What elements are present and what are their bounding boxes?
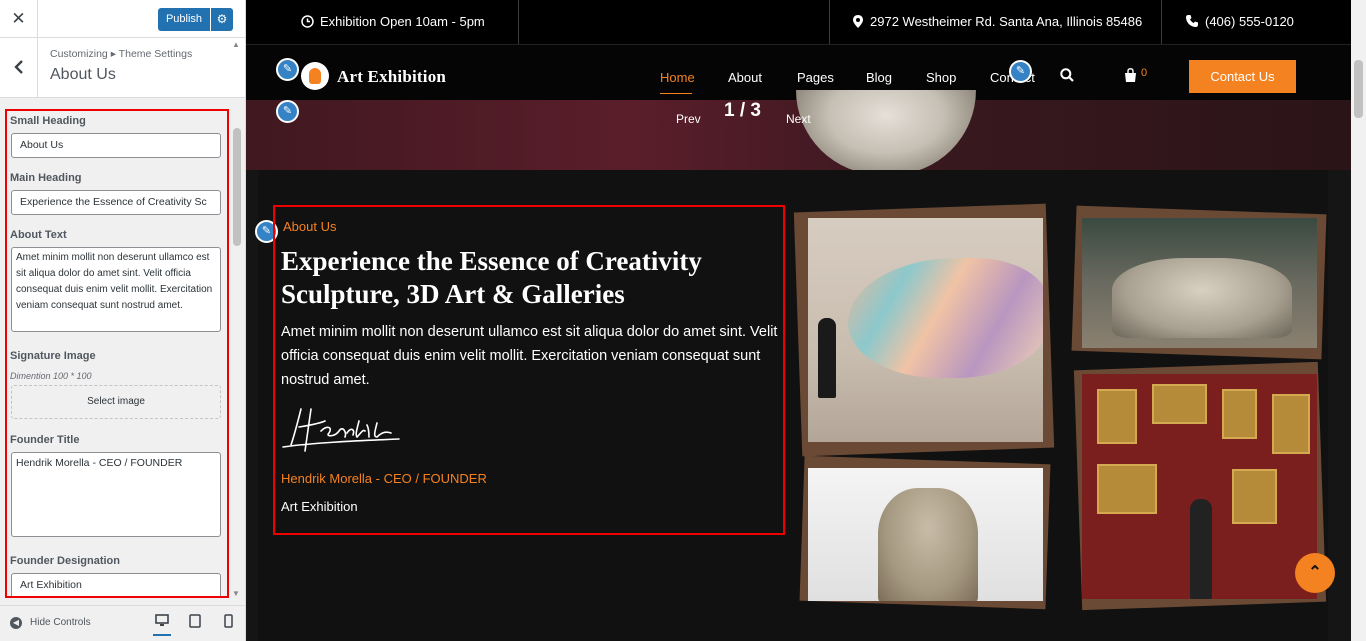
back-arrow-icon[interactable]: [0, 38, 38, 97]
cart-icon[interactable]: [1124, 68, 1137, 85]
founder-title-textarea[interactable]: Hendrik Morella - CEO / FOUNDER: [11, 452, 221, 537]
edit-shortcut-pencil-icon[interactable]: ✎: [276, 100, 299, 123]
top-info-bar: Exhibition Open 10am - 5pm 2972 Westheim…: [246, 0, 1351, 44]
phone-info: (406) 555-0120: [1186, 14, 1294, 29]
scroll-to-top-icon[interactable]: ⌃: [1295, 553, 1335, 593]
divider: [1161, 0, 1162, 44]
contact-us-button[interactable]: Contact Us: [1189, 60, 1296, 93]
founder-designation-label: Founder Designation: [10, 555, 120, 567]
main-heading-input[interactable]: Experience the Essence of Creativity Sc: [11, 190, 221, 215]
about-small-heading: About Us: [283, 219, 337, 234]
app-window: ✕ Publish ⚙ Customizing ▸ Theme Settings…: [0, 0, 1366, 641]
section-header: Customizing ▸ Theme Settings About Us: [0, 38, 245, 98]
desktop-preview-icon[interactable]: [153, 614, 171, 636]
slider-page-indicator: 1 / 3: [724, 100, 761, 121]
brand-logo[interactable]: [301, 62, 329, 90]
angel-statue-image: [808, 468, 1043, 601]
publish-button[interactable]: Publish: [158, 8, 210, 31]
hide-controls-button[interactable]: ◀ Hide Controls: [10, 617, 91, 629]
customizer-panel: ✕ Publish ⚙ Customizing ▸ Theme Settings…: [0, 0, 246, 641]
sculpture-fountain-image: [1082, 218, 1317, 348]
mobile-preview-icon[interactable]: [219, 614, 237, 632]
scrollbar-thumb[interactable]: [233, 128, 241, 246]
select-image-button[interactable]: Select image: [11, 385, 221, 419]
edit-shortcut-pencil-icon[interactable]: ✎: [276, 58, 299, 81]
founder-designation: Art Exhibition: [281, 499, 358, 514]
hours-info: Exhibition Open 10am - 5pm: [301, 14, 485, 29]
hide-controls-label: Hide Controls: [30, 617, 91, 628]
gear-icon[interactable]: ⚙: [211, 8, 233, 31]
site-preview: Exhibition Open 10am - 5pm 2972 Westheim…: [246, 0, 1351, 641]
hours-text: Exhibition Open 10am - 5pm: [320, 14, 485, 29]
about-text-label: About Text: [10, 229, 67, 241]
scrollbar-thumb[interactable]: [1354, 60, 1363, 118]
nav-about[interactable]: About: [728, 70, 762, 85]
dimension-note: Dimention 100 * 100: [10, 371, 92, 381]
address-text: 2972 Westheimer Rd. Santa Ana, Illinois …: [870, 14, 1143, 29]
clock-icon: [301, 15, 314, 28]
slider-next-button[interactable]: Next: [786, 112, 811, 126]
signature-image: [282, 408, 400, 452]
about-text-textarea[interactable]: Amet minim mollit non deserunt ullamco e…: [11, 247, 221, 332]
section-title: About Us: [50, 66, 116, 83]
signature-image-label: Signature Image: [10, 350, 96, 362]
scroll-down-icon[interactable]: ▼: [232, 589, 240, 598]
tablet-preview-icon[interactable]: [186, 614, 204, 632]
collapse-icon: ◀: [10, 617, 22, 629]
preview-scrollbar[interactable]: [1351, 0, 1366, 641]
close-icon[interactable]: ✕: [0, 0, 38, 38]
nav-blog[interactable]: Blog: [866, 70, 892, 85]
divider: [829, 0, 830, 44]
address-info: 2972 Westheimer Rd. Santa Ana, Illinois …: [853, 14, 1142, 29]
hero-slider-strip: Prev 1 / 3 Next ✎: [246, 90, 1351, 175]
about-content-block: About Us Experience the Essence of Creat…: [273, 205, 785, 535]
scroll-up-icon[interactable]: ▲: [232, 40, 240, 49]
panel-scrollbar[interactable]: ▲ ▼: [230, 40, 244, 600]
gallery-wall-art-image: [808, 218, 1043, 442]
small-heading-input[interactable]: About Us: [11, 133, 221, 158]
cart-count-badge: 0: [1141, 67, 1148, 79]
hero-statue-image: [796, 90, 976, 175]
breadcrumb: Customizing ▸ Theme Settings: [50, 48, 193, 60]
red-gallery-room-image: [1082, 374, 1317, 599]
location-pin-icon: [853, 15, 863, 28]
about-main-heading: Experience the Essence of Creativity Scu…: [281, 246, 702, 309]
slider-prev-button[interactable]: Prev: [676, 112, 701, 126]
founder-title-label: Founder Title: [10, 434, 80, 446]
phone-text: (406) 555-0120: [1205, 14, 1294, 29]
small-heading-label: Small Heading: [10, 115, 86, 127]
brand-name[interactable]: Art Exhibition: [337, 67, 446, 87]
phone-icon: [1186, 15, 1198, 27]
about-controls-group: Small Heading About Us Main Heading Expe…: [5, 109, 229, 598]
main-heading-label: Main Heading: [10, 172, 82, 184]
customizer-header: ✕ Publish ⚙: [0, 0, 245, 38]
logo-mark: [309, 68, 321, 84]
about-text: Amet minim mollit non deserunt ullamco e…: [281, 324, 778, 388]
active-nav-underline: [660, 93, 692, 94]
divider: [518, 0, 519, 44]
nav-shop[interactable]: Shop: [926, 70, 956, 85]
customizer-footer: ◀ Hide Controls: [0, 605, 245, 641]
founder-title: Hendrik Morella - CEO / FOUNDER: [281, 471, 487, 486]
founder-designation-input[interactable]: Art Exhibition: [11, 573, 221, 596]
edit-shortcut-pencil-icon[interactable]: ✎: [1009, 60, 1032, 83]
nav-pages[interactable]: Pages: [797, 70, 834, 85]
nav-home[interactable]: Home: [660, 70, 695, 85]
search-icon[interactable]: [1060, 68, 1074, 85]
